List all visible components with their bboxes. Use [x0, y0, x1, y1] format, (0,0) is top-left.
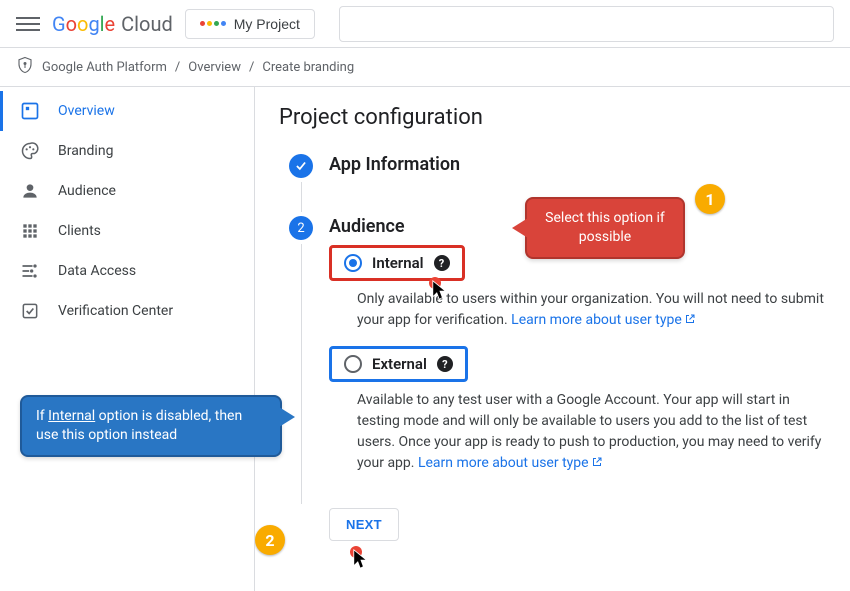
sidebar-label: Overview — [58, 103, 115, 119]
check-box-icon — [20, 301, 40, 321]
dashboard-icon — [20, 101, 40, 121]
project-name: My Project — [234, 16, 300, 32]
sidebar: Overview Branding Audience Clients Data … — [0, 87, 255, 591]
logo-cloud-text: Cloud — [121, 12, 173, 36]
radio-unselected-icon — [344, 355, 362, 373]
annotation-badge-2: 2 — [255, 525, 285, 555]
step-done-icon — [289, 154, 313, 178]
menu-icon[interactable] — [16, 12, 40, 36]
sidebar-item-clients[interactable]: Clients — [0, 211, 254, 251]
shield-icon — [16, 56, 34, 78]
grid-icon — [20, 221, 40, 241]
page-title: Project configuration — [279, 105, 826, 130]
sidebar-label: Audience — [58, 183, 116, 199]
highlight-internal: Internal ? — [329, 245, 465, 281]
step-number-badge: 2 — [289, 216, 313, 240]
learn-more-link[interactable]: Learn more about user type — [511, 312, 696, 328]
annotation-badge-1: 1 — [695, 184, 725, 214]
person-icon — [20, 181, 40, 201]
sidebar-item-data-access[interactable]: Data Access — [0, 251, 254, 291]
palette-icon — [20, 141, 40, 161]
annotation-callout-1: Select this option if possible — [525, 197, 685, 259]
next-button[interactable]: NEXT — [329, 508, 399, 541]
learn-more-link[interactable]: Learn more about user type — [418, 455, 603, 471]
tune-icon — [20, 261, 40, 281]
sidebar-label: Clients — [58, 223, 101, 239]
radio-external[interactable]: External ? — [338, 351, 459, 377]
header: Google Cloud My Project — [0, 0, 850, 48]
breadcrumb-item[interactable]: Create branding — [262, 60, 354, 75]
project-dots-icon — [200, 21, 226, 26]
sidebar-label: Data Access — [58, 263, 136, 279]
help-icon[interactable]: ? — [437, 356, 453, 372]
breadcrumb: Google Auth Platform / Overview / Create… — [0, 48, 850, 87]
sidebar-item-verification[interactable]: Verification Center — [0, 291, 254, 331]
breadcrumb-item[interactable]: Overview — [188, 60, 241, 75]
sidebar-item-overview[interactable]: Overview — [0, 91, 254, 131]
radio-label: External — [372, 355, 427, 373]
breadcrumb-sep: / — [175, 60, 180, 75]
external-link-icon — [684, 311, 696, 332]
annotation-callout-2: If Internal option is disabled, then use… — [20, 395, 282, 457]
sidebar-label: Branding — [58, 143, 113, 159]
highlight-external: External ? — [329, 346, 468, 382]
google-cloud-logo[interactable]: Google Cloud — [52, 12, 173, 36]
internal-description: Only available to users within your orga… — [357, 289, 826, 332]
sidebar-item-audience[interactable]: Audience — [0, 171, 254, 211]
radio-selected-icon — [344, 254, 362, 272]
breadcrumb-sep: / — [249, 60, 254, 75]
radio-label: Internal — [372, 254, 424, 272]
external-description: Available to any test user with a Google… — [357, 390, 826, 475]
breadcrumb-item[interactable]: Google Auth Platform — [42, 60, 167, 75]
sidebar-label: Verification Center — [58, 303, 173, 319]
main-content: Project configuration App Information 2 — [255, 87, 850, 591]
step-title-app-info: App Information — [329, 154, 826, 175]
search-input[interactable] — [339, 6, 834, 42]
project-selector[interactable]: My Project — [185, 9, 315, 39]
radio-internal[interactable]: Internal ? — [338, 250, 456, 276]
sidebar-item-branding[interactable]: Branding — [0, 131, 254, 171]
help-icon[interactable]: ? — [434, 255, 450, 271]
external-link-icon — [591, 454, 603, 475]
